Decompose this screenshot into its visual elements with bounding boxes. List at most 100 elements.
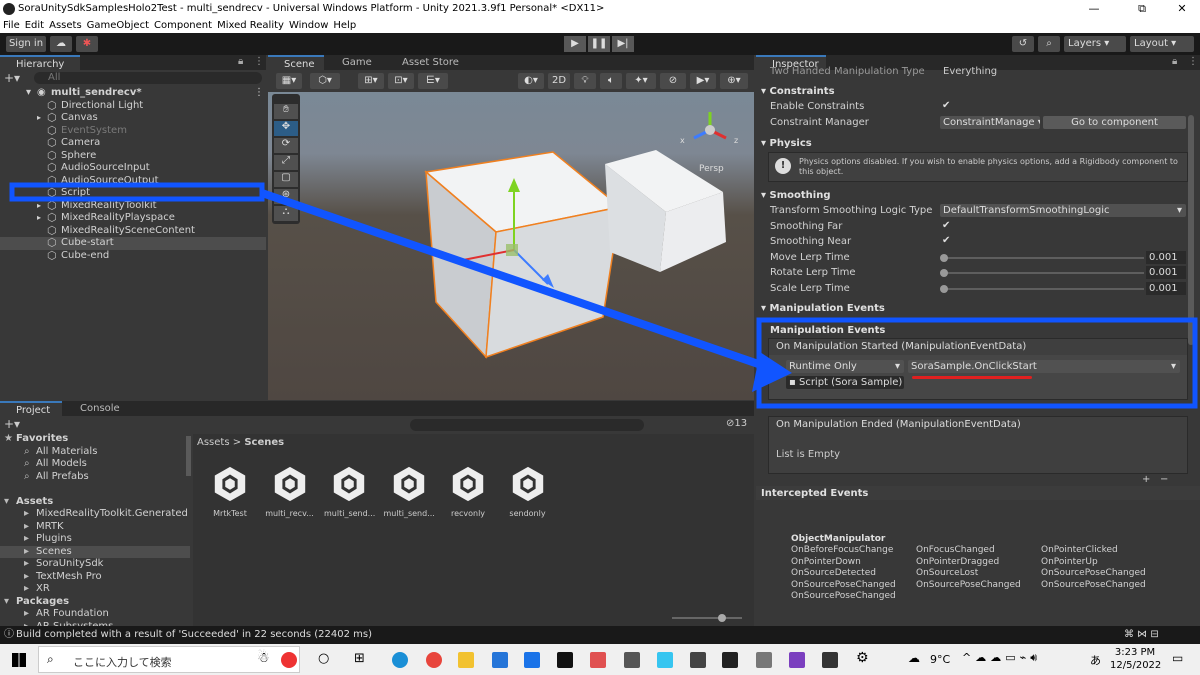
unity-editor-icon[interactable] <box>822 652 838 668</box>
enable-constraints-checkbox[interactable]: ✔ <box>942 101 952 111</box>
hierarchy-item[interactable]: ⬡ Sphere <box>0 149 266 163</box>
git-icon[interactable] <box>590 652 606 668</box>
hand-tool-icon[interactable]: ✋︎ <box>274 104 298 119</box>
breadcrumb-scenes[interactable]: Scenes <box>244 437 284 448</box>
expand-arrow-icon[interactable]: ▸ <box>37 200 41 213</box>
project-tree-item[interactable]: ★ Favorites <box>0 433 190 446</box>
tab-asset-store[interactable]: Asset Store <box>386 55 466 70</box>
hierarchy-item[interactable]: ▸ ⬡ MixedRealityPlayspace <box>0 211 266 225</box>
project-tree-item[interactable]: ▾ Assets <box>0 496 190 509</box>
inspector-scrollbar[interactable] <box>1188 115 1194 345</box>
move-tool-icon[interactable]: ✥ <box>274 121 298 136</box>
layers-dropdown[interactable]: Layers ▾ <box>1064 36 1126 52</box>
physics-header[interactable]: Physics <box>770 138 812 149</box>
menu-mixed-reality[interactable]: Mixed Reality <box>217 20 284 31</box>
icon-size-slider[interactable] <box>672 617 742 619</box>
windows-start-icon[interactable] <box>12 653 26 667</box>
move-lerp-input[interactable]: 0.001 <box>1146 251 1186 264</box>
move-lerp-knob[interactable] <box>940 254 948 262</box>
chrome-icon[interactable] <box>426 652 442 668</box>
tab-project[interactable]: Project <box>0 401 62 416</box>
scale-lerp-slider[interactable] <box>944 288 1144 290</box>
intercepted-events-header[interactable]: Intercepted Events <box>761 488 868 499</box>
minimize-button[interactable]: — <box>1074 0 1114 18</box>
rotate-lerp-knob[interactable] <box>940 269 948 277</box>
gizmo-plane-handle[interactable] <box>506 244 518 256</box>
expand-arrow-icon[interactable]: ▸ <box>37 112 41 125</box>
history-icon[interactable]: ↺ <box>1012 36 1034 52</box>
tab-scene[interactable]: Scene <box>268 55 324 70</box>
tray-icons[interactable]: ^☁☁▭⌁🔊︎ <box>962 651 1041 665</box>
sign-in-button[interactable]: Sign in <box>6 36 46 52</box>
hierarchy-item[interactable]: ⬡ AudioSourceOutput <box>0 174 266 188</box>
remove-listener-button[interactable]: − <box>1160 474 1168 485</box>
menu-component[interactable]: Component <box>154 20 212 31</box>
shading-button[interactable]: ◐▾ <box>518 73 544 89</box>
project-tree-item[interactable]: ▸ MRTK <box>0 521 190 534</box>
2d-toggle-button[interactable]: 2D <box>548 73 570 89</box>
add-icon[interactable]: +▾ <box>4 71 20 85</box>
menu-gameobject[interactable]: GameObject <box>87 20 149 31</box>
cube-mode-button[interactable]: ⬡▾ <box>310 73 340 89</box>
transform-tool-icon[interactable]: ⊛ <box>274 189 298 204</box>
project-tree-item[interactable]: ▸ Plugins <box>0 533 190 546</box>
project-tree-item[interactable]: ▸ XR <box>0 583 190 596</box>
breadcrumb-assets[interactable]: Assets <box>197 437 230 448</box>
pause-button[interactable]: ❚❚ <box>588 36 610 52</box>
smoothing-header[interactable]: Smoothing <box>770 190 831 201</box>
project-tree-item[interactable]: ⌕ All Models <box>0 458 190 471</box>
hidden-objects-icon[interactable]: ⊘ <box>660 73 686 89</box>
icon-size-knob[interactable] <box>718 614 726 622</box>
step-button[interactable]: ▶| <box>612 36 634 52</box>
constraint-manager-field[interactable]: ConstraintManage ▾ <box>940 116 1040 129</box>
project-tree-item[interactable]: ⌕ All Materials <box>0 446 190 459</box>
scene-asset-tile[interactable]: sendonly <box>503 465 553 518</box>
scene-asset-tile[interactable]: recvonly <box>443 465 493 518</box>
hierarchy-item[interactable]: ⬡ Cube-end <box>0 249 266 263</box>
tab-hierarchy[interactable]: Hierarchy <box>0 55 80 70</box>
scene-asset-tile[interactable]: MrtkTest <box>205 465 255 518</box>
rotate-tool-icon[interactable]: ⟳ <box>274 138 298 153</box>
hierarchy-item[interactable]: ⬡ AudioSourceInput <box>0 161 266 175</box>
search-icon[interactable]: ⌕ <box>1038 36 1060 52</box>
temperature-label[interactable]: 9°C <box>930 653 950 666</box>
project-tree-item[interactable]: ▸ AR Foundation <box>0 608 190 621</box>
rect-tool-icon[interactable]: ▢ <box>274 172 298 187</box>
weather-icon[interactable]: ☁ <box>908 651 920 665</box>
custom-tool-icon[interactable]: ⛬ <box>274 206 298 221</box>
menu-window[interactable]: Window <box>289 20 328 31</box>
scale-tool-icon[interactable]: ⤢ <box>274 155 298 170</box>
project-search-input[interactable] <box>410 419 644 431</box>
menu-help[interactable]: Help <box>333 20 356 31</box>
close-button[interactable]: ✕ <box>1162 0 1200 18</box>
clock-date[interactable]: 12/5/2022 <box>1110 660 1161 671</box>
expand-arrow-icon[interactable]: ▾ <box>26 87 31 100</box>
visual-studio-icon[interactable] <box>789 652 805 668</box>
smoothing-far-checkbox[interactable]: ✔ <box>942 221 952 231</box>
tab-console[interactable]: Console <box>64 401 130 416</box>
function-dropdown[interactable]: SoraSample.OnClickStart ▾ <box>908 360 1180 373</box>
store-icon[interactable] <box>492 652 508 668</box>
orient-center-icon[interactable] <box>705 125 715 135</box>
collab-icon[interactable]: ✱ <box>76 36 98 52</box>
project-tree-item[interactable]: ▾ Packages <box>0 596 190 609</box>
lighting-icon[interactable]: 💡︎ <box>574 73 596 89</box>
ruler-button[interactable]: ⋿▾ <box>418 73 448 89</box>
slack-icon[interactable] <box>657 652 673 668</box>
menu-edit[interactable]: Edit <box>25 20 44 31</box>
edge-icon[interactable] <box>392 652 408 668</box>
move-lerp-slider[interactable] <box>944 257 1144 259</box>
hierarchy-item[interactable]: ⬡ Cube-start <box>0 236 266 250</box>
project-tree-item[interactable]: ▸ MixedRealityToolkit.Generated <box>0 508 190 521</box>
project-tree-item[interactable]: ▸ TextMesh Pro <box>0 571 190 584</box>
task-view-icon[interactable]: ○ <box>318 651 329 666</box>
constraints-header[interactable]: Constraints <box>770 86 835 97</box>
tree-scrollbar[interactable] <box>186 436 191 476</box>
explorer-icon[interactable] <box>458 652 474 668</box>
menu-file[interactable]: File <box>3 20 20 31</box>
hierarchy-item[interactable]: ⬡ EventSystem <box>0 124 266 138</box>
scene-viewport[interactable]: x z Persp ✋︎ ✥ ⟳ ⤢ ▢ ⊛ ⛬ <box>268 92 754 400</box>
gingerbread-icon[interactable]: ☃ <box>257 650 270 666</box>
script-object-field[interactable]: ▪ Script (Sora Sample) ⊙ <box>786 376 904 389</box>
camera-icon[interactable]: ▶▾ <box>690 73 716 89</box>
